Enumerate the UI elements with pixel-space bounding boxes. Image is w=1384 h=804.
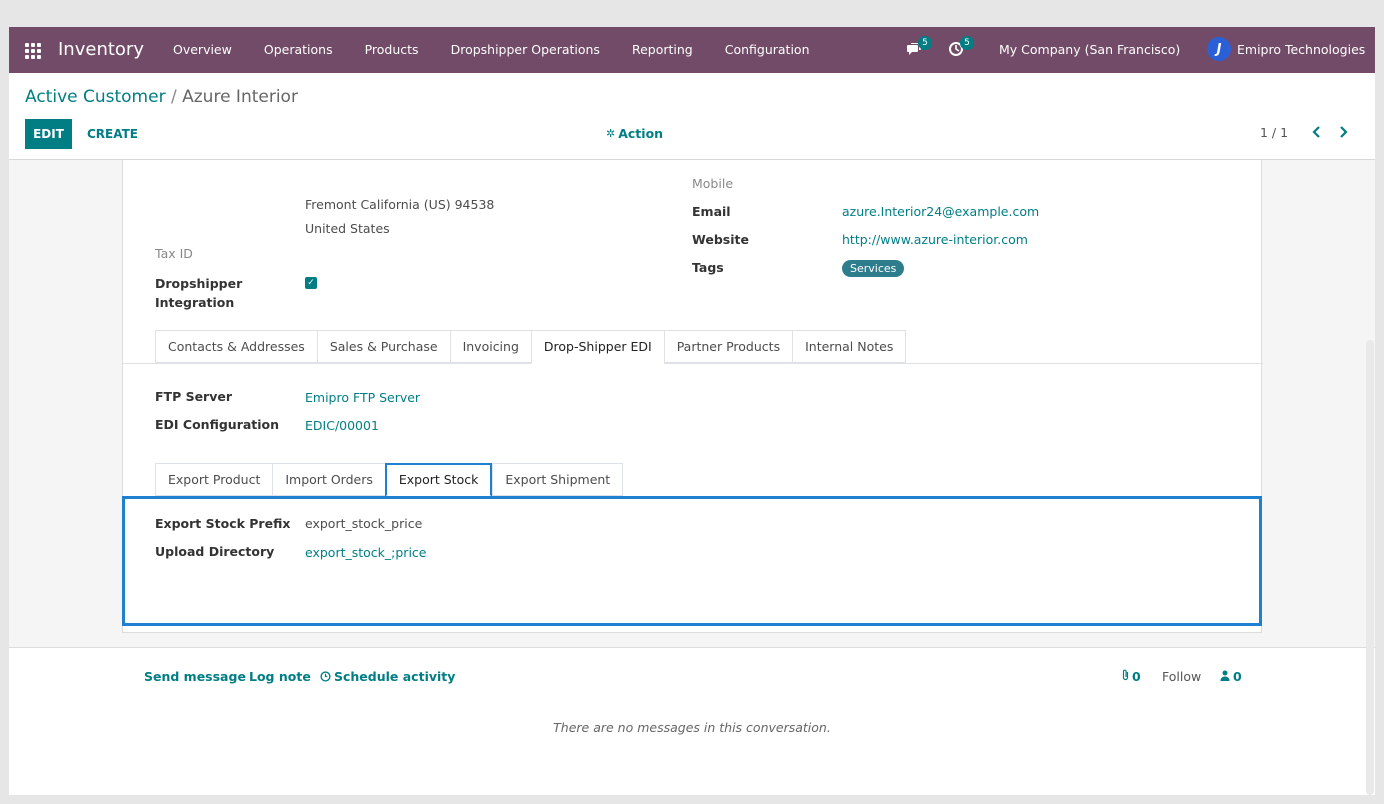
website-link[interactable]: http://www.azure-interior.com <box>842 232 1028 247</box>
website-label: Website <box>692 232 749 247</box>
export-stock-prefix-label: Export Stock Prefix <box>155 516 291 531</box>
schedule-activity-label: Schedule activity <box>334 669 456 684</box>
edi-configuration-link[interactable]: EDIC/00001 <box>305 418 379 433</box>
address-city-line: Fremont California (US) 94538 <box>305 197 495 212</box>
tab-invoicing[interactable]: Invoicing <box>449 330 531 363</box>
address-country: United States <box>305 221 390 236</box>
follow-button[interactable]: Follow <box>1162 669 1201 684</box>
main-menu: Overview Operations Products Dropshipper… <box>157 27 826 73</box>
action-menu[interactable]: ✲ Action <box>606 126 663 141</box>
main-notebook-tabs: Contacts & Addresses Sales & Purchase In… <box>155 330 907 364</box>
followers-count: 0 <box>1233 669 1242 684</box>
paperclip-icon <box>1121 669 1130 684</box>
app-name[interactable]: Inventory <box>58 39 144 60</box>
breadcrumb: Active Customer / Azure Interior <box>25 87 298 107</box>
tab-internal-notes[interactable]: Internal Notes <box>792 330 907 363</box>
dropshipper-integration-checkbox[interactable]: ✓ <box>305 277 317 289</box>
email-link[interactable]: azure.Interior24@example.com <box>842 204 1039 219</box>
ftp-server-link[interactable]: Emipro FTP Server <box>305 390 420 405</box>
dropshipper-integration-label-2: Integration <box>155 295 235 310</box>
upload-directory-link[interactable]: export_stock_;price <box>305 545 426 560</box>
activities-clock-icon[interactable]: 5 <box>948 36 974 59</box>
menu-overview[interactable]: Overview <box>157 27 248 73</box>
form-sheet: Fremont California (US) 94538 United Sta… <box>122 160 1263 633</box>
action-label: Action <box>618 126 664 141</box>
breadcrumb-separator: / <box>170 87 177 107</box>
breadcrumb-parent[interactable]: Active Customer <box>25 87 166 107</box>
subtab-export-shipment[interactable]: Export Shipment <box>492 463 624 496</box>
menu-dropshipper-operations[interactable]: Dropshipper Operations <box>435 27 616 73</box>
subtab-export-product[interactable]: Export Product <box>155 463 273 496</box>
tab-drop-shipper-edi[interactable]: Drop-Shipper EDI <box>530 330 664 364</box>
activities-badge: 5 <box>960 36 974 50</box>
tab-partner-products[interactable]: Partner Products <box>663 330 793 363</box>
clock-icon <box>320 671 331 682</box>
user-name: Emipro Technologies <box>1237 41 1366 57</box>
dropshipper-integration-label: Dropshipper <box>155 276 243 291</box>
chevron-right-icon[interactable] <box>1339 125 1349 141</box>
menu-products[interactable]: Products <box>349 27 435 73</box>
user-icon <box>1220 669 1230 684</box>
edi-sub-tabs: Export Product Import Orders Export Stoc… <box>155 463 624 497</box>
apps-menu-icon[interactable] <box>25 43 41 59</box>
messages-badge: 5 <box>918 36 932 50</box>
company-switcher[interactable]: My Company (San Francisco) <box>999 42 1180 57</box>
mobile-label: Mobile <box>692 176 734 191</box>
control-panel: Active Customer / Azure Interior EDIT CR… <box>9 73 1375 160</box>
edi-configuration-label: EDI Configuration <box>155 417 280 432</box>
top-navbar: Inventory Overview Operations Products D… <box>9 27 1375 73</box>
schedule-activity-button[interactable]: Schedule activity <box>320 669 455 684</box>
tag-badge[interactable]: Services <box>842 260 905 277</box>
user-avatar: J <box>1207 37 1231 61</box>
email-label: Email <box>692 204 731 219</box>
attachments-count: 0 <box>1132 669 1141 684</box>
ftp-server-label: FTP Server <box>155 389 233 404</box>
subtab-export-stock[interactable]: Export Stock <box>384 463 493 497</box>
subtab-import-orders[interactable]: Import Orders <box>272 463 385 496</box>
scrollbar[interactable] <box>1366 340 1374 795</box>
messages-icon[interactable]: 5 <box>906 36 932 59</box>
menu-operations[interactable]: Operations <box>248 27 349 73</box>
log-note-button[interactable]: Log note <box>249 669 311 684</box>
create-button[interactable]: CREATE <box>79 119 146 149</box>
upload-directory-label: Upload Directory <box>155 544 275 559</box>
send-message-button[interactable]: Send message <box>144 669 246 684</box>
attachments-button[interactable]: 0 <box>1121 669 1141 684</box>
form-content: Fremont California (US) 94538 United Sta… <box>9 160 1375 647</box>
gear-icon: ✲ <box>606 127 616 140</box>
user-menu[interactable]: J Emipro Technologies <box>1207 37 1365 61</box>
edit-button[interactable]: EDIT <box>25 119 72 149</box>
chatter: Send message Log note Schedule activity … <box>9 647 1375 795</box>
tab-contacts-addresses[interactable]: Contacts & Addresses <box>155 330 317 363</box>
chevron-left-icon[interactable] <box>1311 125 1321 141</box>
breadcrumb-current: Azure Interior <box>182 87 298 107</box>
tab-sales-purchase[interactable]: Sales & Purchase <box>316 330 450 363</box>
menu-reporting[interactable]: Reporting <box>616 27 709 73</box>
export-stock-prefix-value: export_stock_price <box>305 516 423 531</box>
app-window: Inventory Overview Operations Products D… <box>9 27 1375 795</box>
menu-configuration[interactable]: Configuration <box>709 27 826 73</box>
export-stock-panel: Export Stock Prefix export_stock_price U… <box>122 496 1262 626</box>
followers-button[interactable]: 0 <box>1220 669 1242 684</box>
tags-label: Tags <box>692 260 724 275</box>
tax-id-label: Tax ID <box>155 246 193 261</box>
no-messages-text: There are no messages in this conversati… <box>553 720 831 735</box>
pager-value[interactable]: 1 / 1 <box>1260 125 1288 140</box>
